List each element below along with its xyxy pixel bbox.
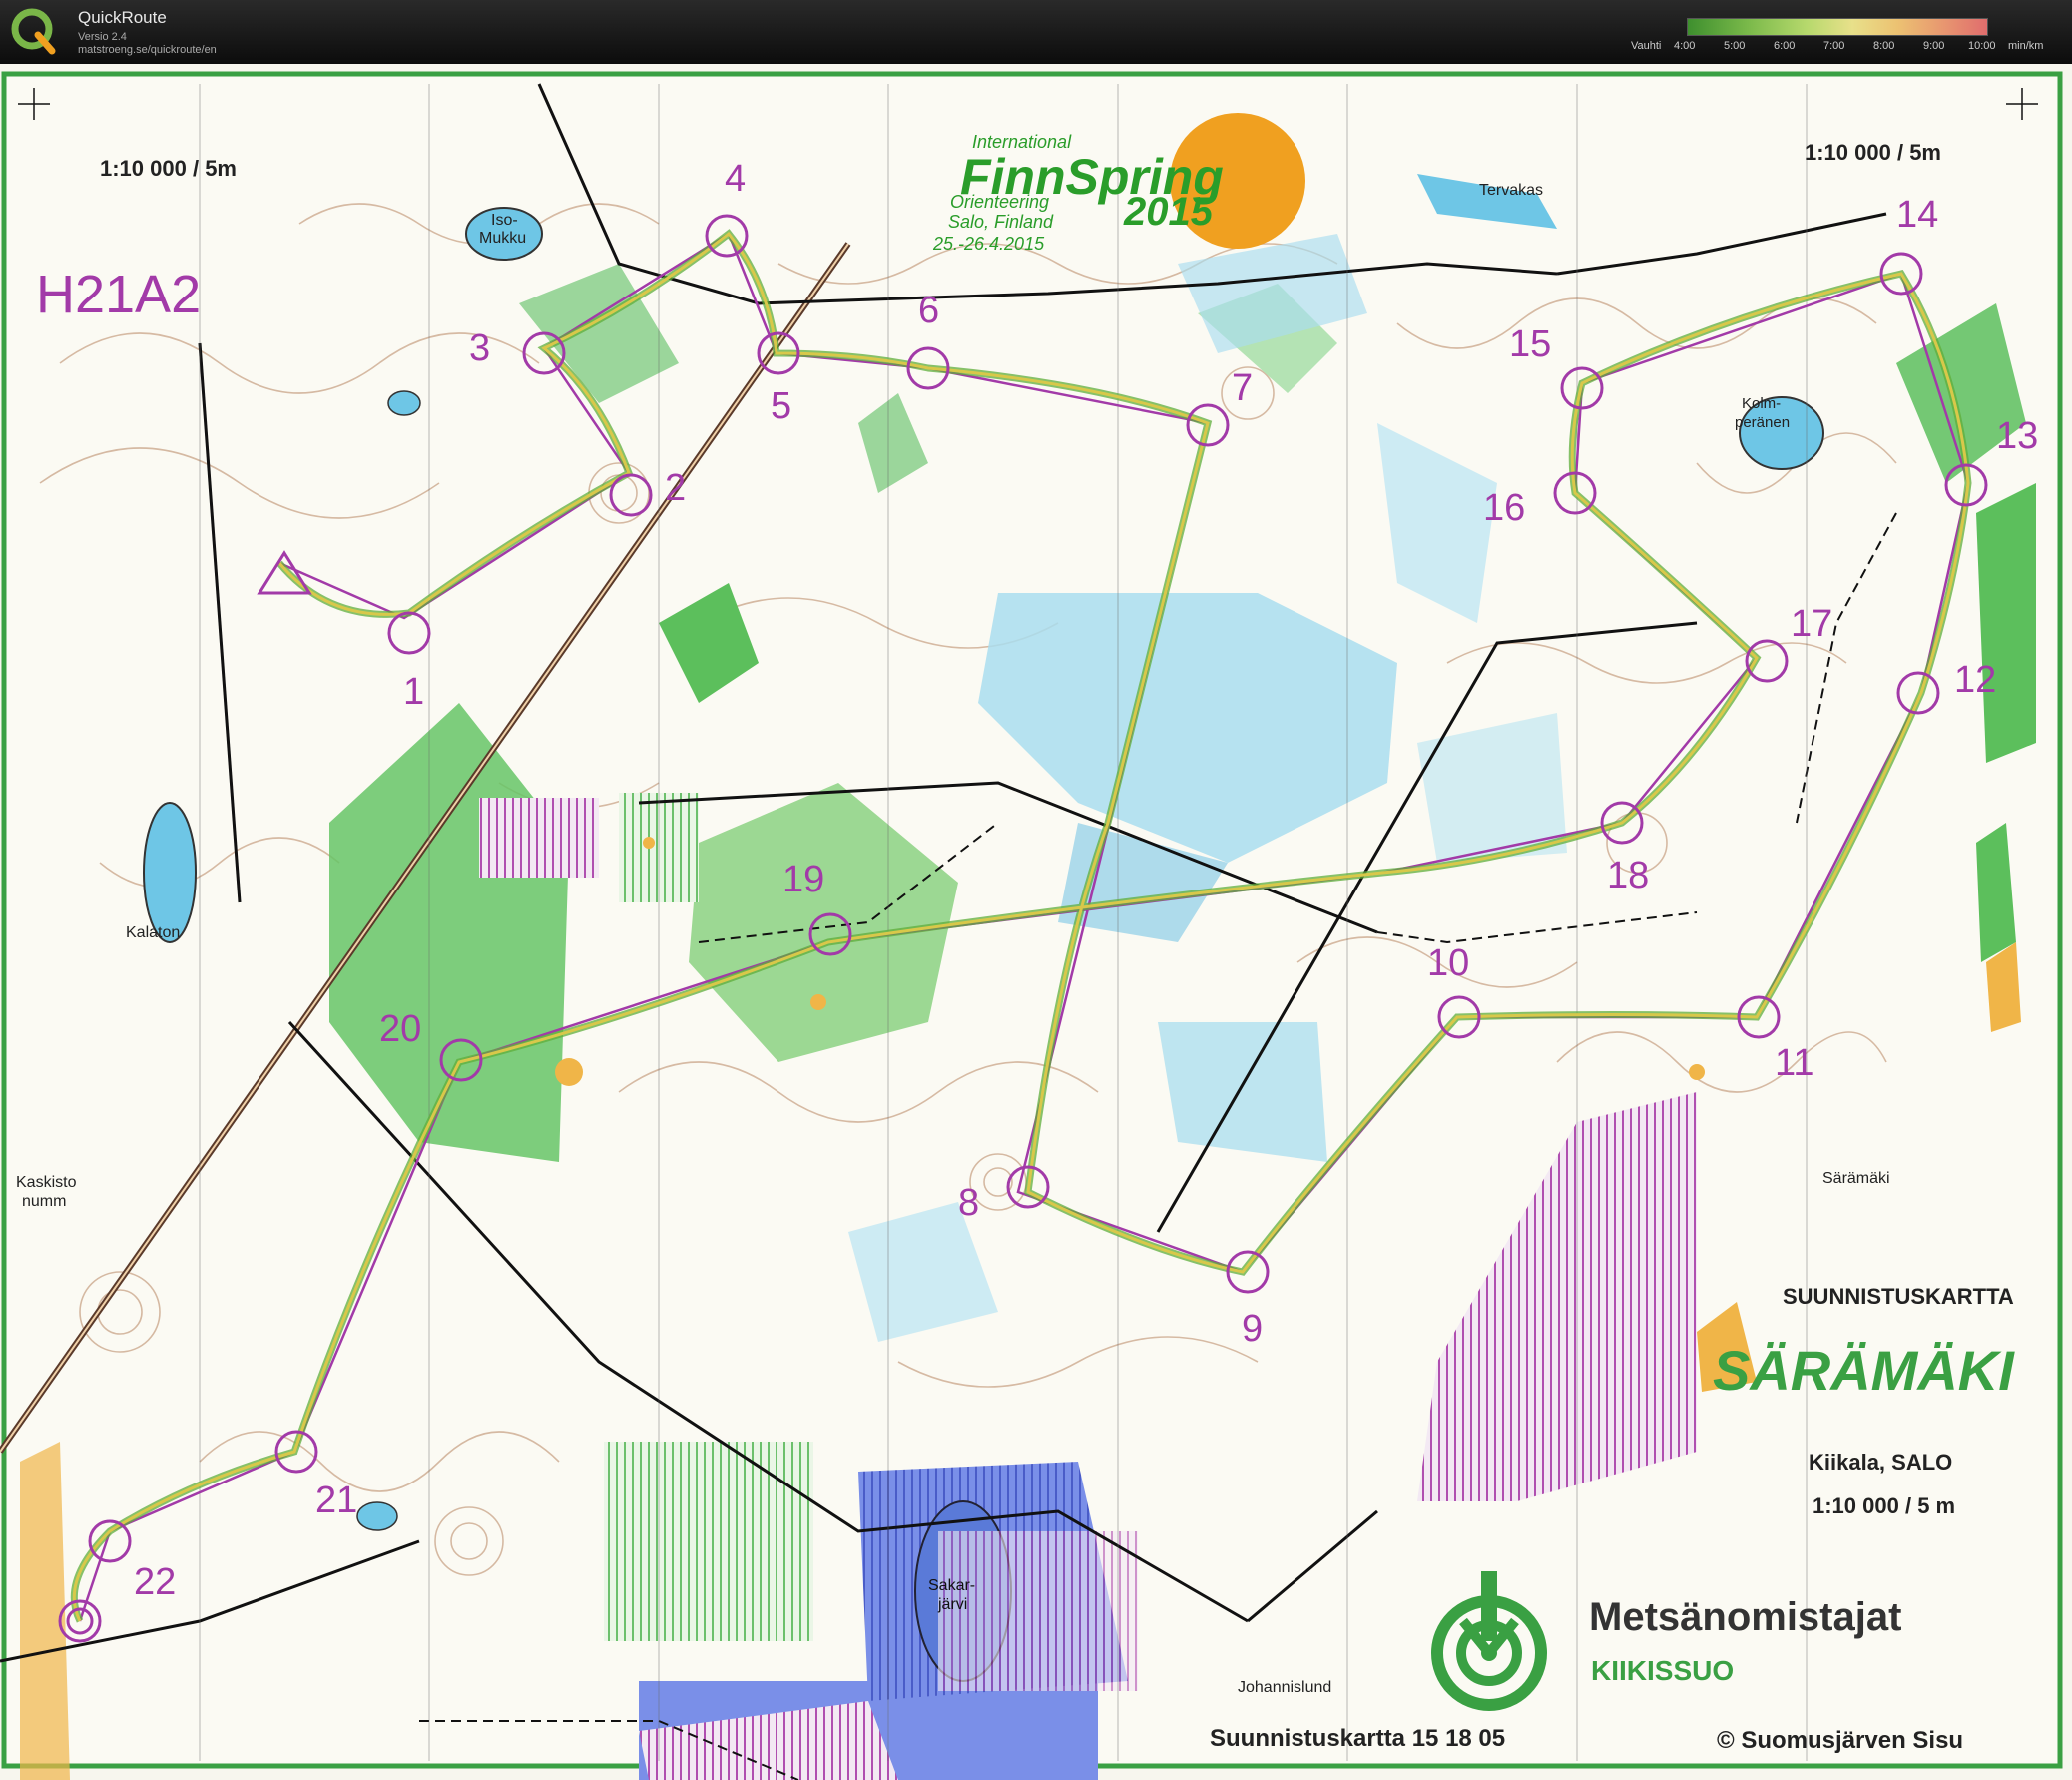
- quickroute-logo-icon: [11, 8, 56, 55]
- map-number: Suunnistuskartta 15 18 05: [1210, 1725, 1506, 1752]
- pace-tick: 6:00: [1774, 40, 1796, 52]
- app-url[interactable]: matstroeng.se/quickroute/en: [78, 44, 217, 56]
- place-name: Tervakas: [1479, 182, 1544, 199]
- control-number: 1: [403, 671, 425, 713]
- quickroute-title-bar: QuickRoute Versio 2.4 matstroeng.se/quic…: [0, 0, 2072, 64]
- app-title: QuickRoute: [78, 8, 167, 27]
- map-scale-left: 1:10 000 / 5m: [100, 156, 237, 181]
- control-number: 14: [1896, 194, 1939, 236]
- sponsor-name: Metsänomistajat: [1589, 1595, 1902, 1639]
- control-number: 17: [1791, 603, 1833, 645]
- control-number: 19: [782, 859, 825, 900]
- pace-tick: 4:00: [1674, 40, 1696, 52]
- place-name: Kolm-: [1742, 395, 1782, 412]
- pace-label: Vauhti: [1631, 40, 1662, 52]
- control-number: 15: [1509, 323, 1552, 365]
- place-name: Iso-: [491, 212, 518, 229]
- control-number: 12: [1954, 659, 1997, 701]
- pace-unit: min/km: [2008, 40, 2044, 52]
- place-name: Särämäki: [1822, 1170, 1890, 1187]
- orienteering-map[interactable]: 1:10 000 / 5m 1:10 000 / 5m H21A2 Intern…: [0, 64, 2072, 1780]
- control-number: 22: [134, 1561, 177, 1603]
- event-logo-sub2: Salo, Finland: [948, 212, 1054, 232]
- pace-color-scale: [1687, 18, 1988, 36]
- map-copyright: © Suomusjärven Sisu: [1717, 1727, 1964, 1754]
- event-logo-sub1: Orienteering: [950, 192, 1050, 212]
- sponsor-sub: KIIKISSUO: [1591, 1655, 1735, 1686]
- control-number: 13: [1996, 415, 2039, 457]
- control-number: 18: [1607, 855, 1650, 896]
- control-number: 4: [725, 158, 747, 200]
- pace-tick: 7:00: [1823, 40, 1845, 52]
- place-name: Kalaton: [126, 924, 181, 941]
- event-logo-year: 2015: [1124, 190, 1213, 234]
- control-number: 8: [958, 1182, 980, 1224]
- pace-tick: 8:00: [1873, 40, 1895, 52]
- control-number: 21: [315, 1480, 358, 1521]
- info-heading: SUUNNISTUSKARTTA: [1783, 1284, 2014, 1309]
- course-name: H21A2: [36, 265, 202, 324]
- place-name: peränen: [1735, 414, 1791, 431]
- event-logo-dates: 25.-26.4.2015: [933, 234, 1045, 254]
- control-number: 20: [379, 1008, 422, 1050]
- pace-legend: Vauhti 4:00 5:00 6:00 7:00 8:00 9:00 10:…: [1627, 18, 2066, 58]
- control-number: 5: [771, 385, 792, 427]
- control-number: 10: [1427, 942, 1470, 984]
- info-scale: 1:10 000 / 5 m: [1813, 1493, 1956, 1518]
- map-scale-right: 1:10 000 / 5m: [1805, 140, 1941, 165]
- place-name: Mukku: [479, 230, 527, 247]
- control-number: 3: [469, 327, 491, 369]
- pace-tick: 9:00: [1923, 40, 1945, 52]
- app-version: Versio 2.4: [78, 31, 127, 43]
- control-number: 11: [1775, 1042, 1814, 1084]
- control-number: 2: [665, 467, 687, 509]
- pace-tick: 10:00: [1968, 40, 1996, 52]
- control-number: 6: [918, 290, 940, 331]
- control-number: 9: [1242, 1308, 1264, 1350]
- place-name: Kaskisto: [16, 1174, 77, 1191]
- place-name: Sakar-: [928, 1577, 976, 1594]
- control-number: 7: [1232, 367, 1254, 409]
- place-name: Johannislund: [1238, 1679, 1332, 1696]
- map-canvas[interactable]: [0, 64, 2072, 1780]
- place-name: numm: [22, 1193, 67, 1210]
- place-name: järvi: [938, 1596, 968, 1613]
- control-number: 16: [1483, 487, 1526, 529]
- info-map-name: SÄRÄMÄKI: [1713, 1339, 2014, 1402]
- pace-tick: 5:00: [1724, 40, 1746, 52]
- info-location: Kiikala, SALO: [1809, 1450, 1953, 1475]
